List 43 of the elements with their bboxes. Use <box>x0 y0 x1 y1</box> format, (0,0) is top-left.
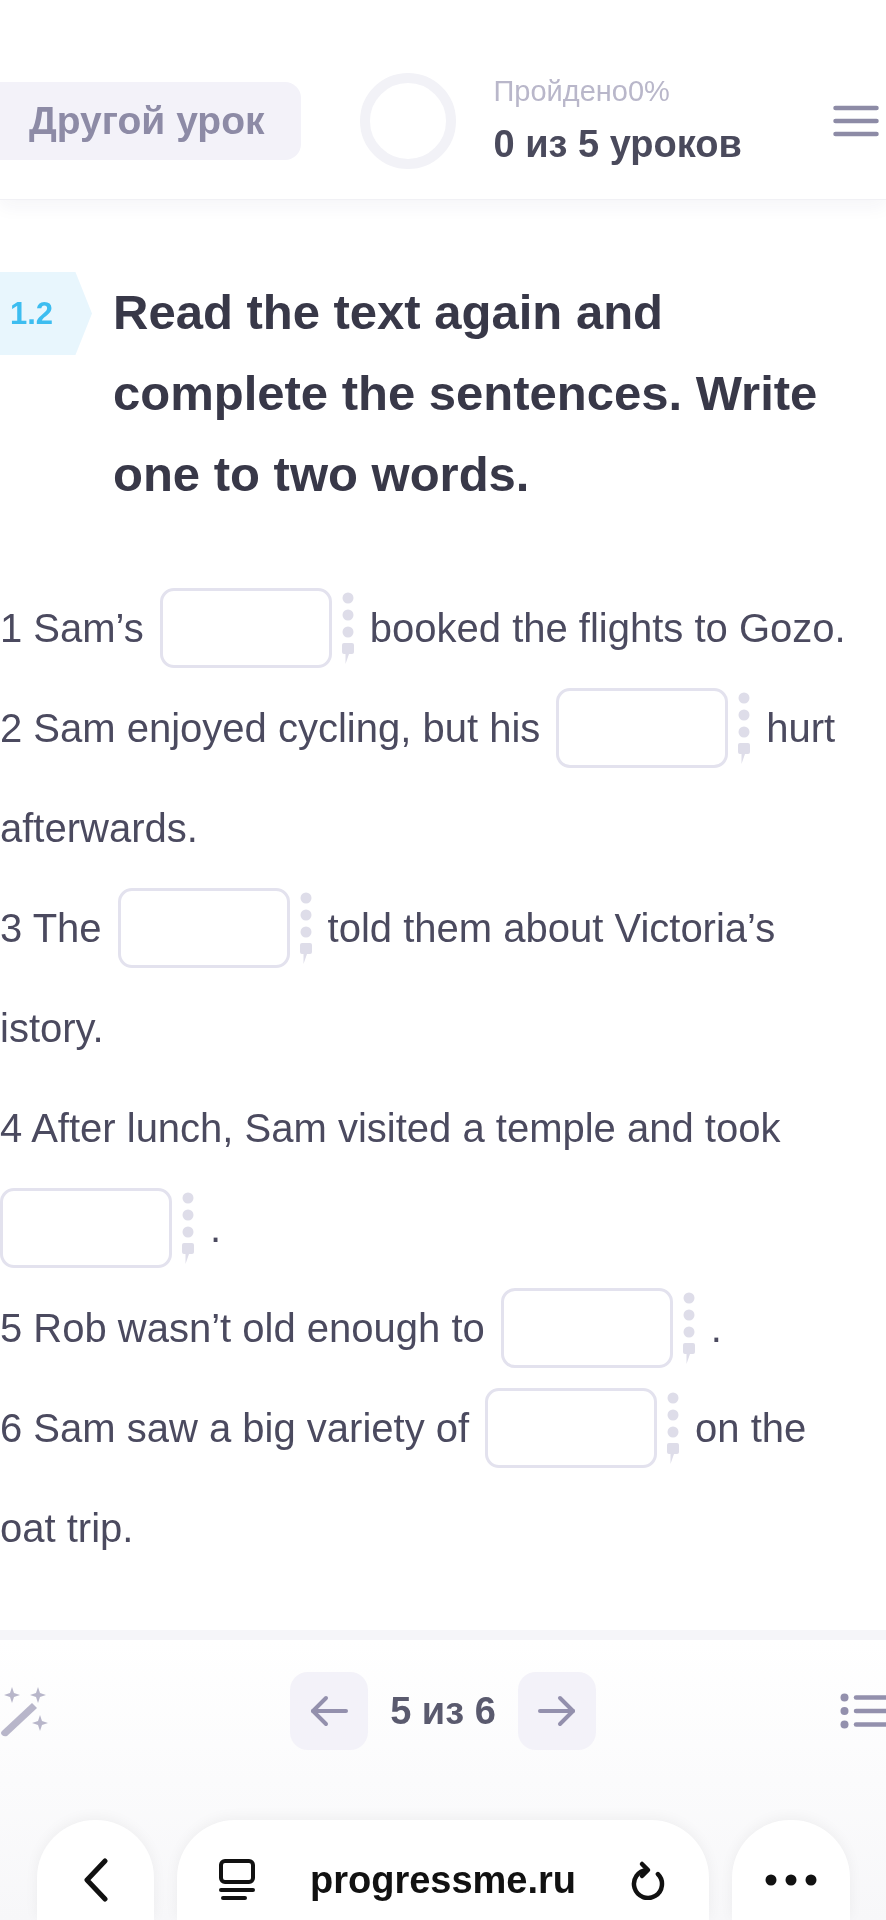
ellipsis-icon <box>765 1873 817 1886</box>
sentence-text: 2 Sam enjoyed cycling, but his <box>0 705 541 751</box>
sentence-text: 6 Sam saw a big variety of <box>0 1405 470 1451</box>
back-button[interactable] <box>37 1820 154 1920</box>
chevron-left-icon <box>82 1857 109 1902</box>
sentence-text: 5 Rob wasn’t old enough to <box>0 1305 485 1351</box>
next-button[interactable] <box>517 1672 596 1750</box>
dots-bubble-icon[interactable] <box>299 892 312 964</box>
sentence-text: . <box>710 1305 722 1351</box>
progress-label: Пройдено0% <box>493 74 671 109</box>
dots-bubble-icon[interactable] <box>738 692 751 764</box>
sentence-text: 3 The <box>0 905 102 951</box>
list-icon[interactable] <box>840 1693 886 1729</box>
sentence-text: istory. <box>0 1005 104 1051</box>
monitor-lines-icon[interactable] <box>218 1859 256 1901</box>
page-counter: 5 из 6 <box>390 1689 496 1733</box>
sentence-text: 1 Sam’s <box>0 605 144 651</box>
sentence-text: oat trip. <box>0 1505 134 1551</box>
sentence-text: booked the flights to Gozo. <box>369 605 846 651</box>
dots-bubble-icon[interactable] <box>341 592 354 664</box>
answer-field[interactable] <box>500 1288 673 1368</box>
answer-field[interactable] <box>485 1388 658 1468</box>
sentence-text: afterwards. <box>0 805 198 851</box>
answer-field[interactable] <box>117 888 290 968</box>
sentence-text: . <box>210 1205 222 1251</box>
dots-bubble-icon[interactable] <box>667 1392 680 1464</box>
answer-field[interactable] <box>556 688 729 768</box>
lessons-count: 0 из 5 уроков <box>493 122 742 167</box>
address-bar[interactable]: progressme.ru <box>177 1820 709 1920</box>
dots-bubble-icon[interactable] <box>682 1292 695 1364</box>
sentence-text: told them about Victoria’s <box>327 905 776 951</box>
refresh-icon[interactable] <box>630 1860 666 1900</box>
sentence-text: on the <box>695 1405 807 1451</box>
answer-field[interactable] <box>0 1188 172 1268</box>
more-button[interactable] <box>732 1820 850 1920</box>
dots-bubble-icon[interactable] <box>182 1192 194 1264</box>
sentence-text: hurt <box>766 705 836 751</box>
task-instruction: Read the text again and complete the sentences. Write one to two words. <box>113 284 819 503</box>
previous-button[interactable] <box>290 1672 369 1750</box>
sentence-text: 4 After lunch, Sam visited a temple and took <box>0 1105 781 1151</box>
menu-icon[interactable] <box>833 104 879 137</box>
task-number-badge: 1.2 <box>0 272 92 355</box>
answer-field[interactable] <box>159 588 332 668</box>
